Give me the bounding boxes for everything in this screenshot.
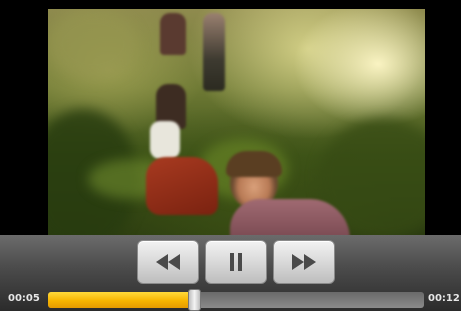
video-frame[interactable] <box>48 9 425 235</box>
person-hair <box>226 151 282 177</box>
elapsed-time: 00:05 <box>8 293 40 304</box>
person-figure <box>160 13 186 55</box>
pause-button[interactable] <box>205 240 267 284</box>
fast-forward-icon <box>289 252 319 272</box>
total-time: 00:12 <box>428 293 460 304</box>
person-figure <box>203 13 225 91</box>
seek-bar-thumb[interactable] <box>188 289 201 311</box>
child-figure <box>150 121 180 159</box>
pause-icon <box>226 251 246 273</box>
foliage-highlight <box>48 9 138 79</box>
child-figure <box>146 157 218 215</box>
rewind-button[interactable] <box>137 240 199 284</box>
seek-bar[interactable] <box>48 292 424 308</box>
video-player: 00:05 00:12 <box>0 0 461 311</box>
fast-forward-button[interactable] <box>273 240 335 284</box>
rewind-icon <box>153 252 183 272</box>
seek-bar-progress <box>48 292 195 308</box>
